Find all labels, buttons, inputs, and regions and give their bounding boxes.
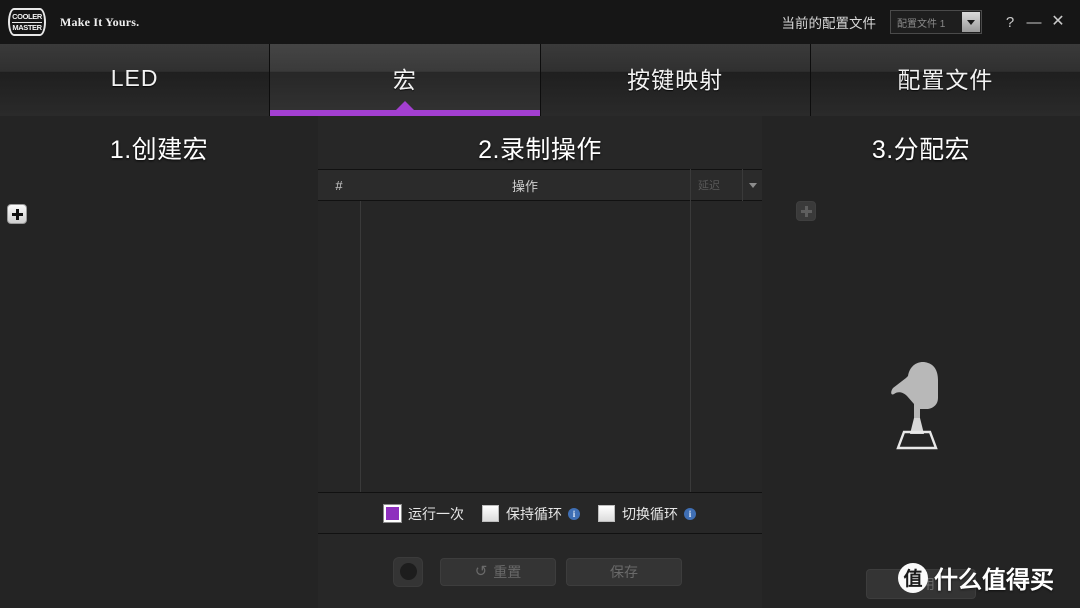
hand-pressing-key-illustration-icon	[891, 362, 938, 450]
title-bar: COOLER MASTER Make It Yours. 当前的配置文件 配置文…	[0, 0, 1080, 44]
checkbox-icon[interactable]	[598, 505, 615, 522]
record-dot-icon	[399, 563, 417, 580]
assign-macro-title: 3.分配宏	[871, 136, 971, 164]
brand-tagline: Make It Yours.	[60, 14, 140, 29]
tab-label: 宏	[392, 67, 417, 93]
profile-select[interactable]: 配置文件 1	[890, 10, 982, 34]
window-controls: ? — ✕	[998, 14, 1070, 30]
record-button[interactable]	[393, 556, 423, 587]
info-icon[interactable]: i	[568, 507, 580, 520]
column-header-action: 操作	[511, 178, 538, 194]
create-macro-title: 1.创建宏	[109, 136, 209, 164]
create-macro-panel: 1.创建宏	[0, 116, 318, 608]
column-header-index: #	[335, 177, 343, 193]
table-column-divider	[360, 201, 361, 492]
save-button[interactable]: 保存	[566, 557, 682, 586]
close-icon[interactable]: ✕	[1049, 14, 1067, 30]
watermark-badge-icon: 值	[898, 562, 928, 593]
table-column-divider	[690, 201, 691, 492]
tab-key-mapping[interactable]: 按键映射	[540, 44, 811, 116]
cooler-master-logo-icon: COOLER MASTER	[8, 8, 46, 36]
checkbox-icon[interactable]	[383, 504, 402, 523]
info-icon[interactable]: i	[684, 507, 696, 520]
actions-table-header: # 操作 延迟	[318, 169, 762, 201]
tab-label: LED	[110, 64, 159, 91]
main-content: 1.创建宏 2.录制操作 # 操作 延迟 运行一次 保持循环 i 切换循环 i …	[0, 116, 1080, 608]
delay-dropdown-icon[interactable]	[742, 169, 762, 201]
main-tab-bar: LED 宏 按键映射 配置文件	[0, 44, 1080, 116]
brand-logo: COOLER MASTER Make It Yours.	[8, 8, 139, 36]
help-icon[interactable]: ?	[1001, 15, 1019, 30]
record-actions-title: 2.录制操作	[478, 136, 602, 164]
record-footer-toolbar: ↺ 重置 保存	[318, 535, 762, 608]
loop-options-row: 运行一次 保持循环 i 切换循环 i	[318, 494, 762, 534]
loop-option-label: 切换循环	[622, 505, 678, 522]
save-button-label: 保存	[610, 563, 638, 580]
watermark-text: 什么值得买	[934, 567, 1054, 594]
reset-button-label: 重置	[493, 563, 522, 580]
tab-profiles[interactable]: 配置文件	[810, 44, 1080, 116]
tab-macro[interactable]: 宏	[270, 44, 541, 116]
title-bar-right: 当前的配置文件 配置文件 1 ? — ✕	[782, 0, 1080, 44]
app-window: COOLER MASTER Make It Yours. 当前的配置文件 配置文…	[0, 0, 1080, 608]
loop-option-label: 保持循环	[506, 505, 562, 522]
tab-label: 按键映射	[627, 67, 724, 93]
profile-select-value: 配置文件 1	[897, 18, 946, 30]
watermark: 值 什么值得买	[898, 560, 1054, 595]
column-header-delay: 延迟	[690, 169, 742, 201]
loop-option-toggle-loop[interactable]: 切换循环 i	[598, 504, 696, 524]
record-actions-panel: 2.录制操作 # 操作 延迟 运行一次 保持循环 i 切换循环 i ↺ 重置 保…	[318, 116, 762, 608]
reset-button[interactable]: ↺ 重置	[440, 557, 556, 586]
minimize-icon[interactable]: —	[1025, 15, 1043, 30]
tab-led[interactable]: LED	[0, 44, 271, 116]
logo-line-2: MASTER	[12, 21, 42, 32]
tab-label: 配置文件	[897, 67, 994, 93]
loop-option-hold-loop[interactable]: 保持循环 i	[482, 504, 580, 524]
checkbox-icon[interactable]	[482, 505, 499, 522]
loop-option-run-once[interactable]: 运行一次	[383, 504, 464, 524]
current-profile-label: 当前的配置文件	[781, 16, 877, 31]
loop-option-label: 运行一次	[408, 505, 464, 522]
assign-add-button[interactable]	[796, 201, 816, 221]
actions-table-body[interactable]	[318, 201, 762, 493]
active-tab-pointer-icon	[395, 101, 414, 110]
logo-line-1: COOLER	[12, 12, 42, 21]
assign-macro-panel: 3.分配宏 应用	[762, 116, 1080, 608]
undo-icon: ↺	[474, 563, 488, 580]
chevron-down-icon[interactable]	[962, 12, 980, 32]
add-macro-button[interactable]	[7, 204, 27, 224]
